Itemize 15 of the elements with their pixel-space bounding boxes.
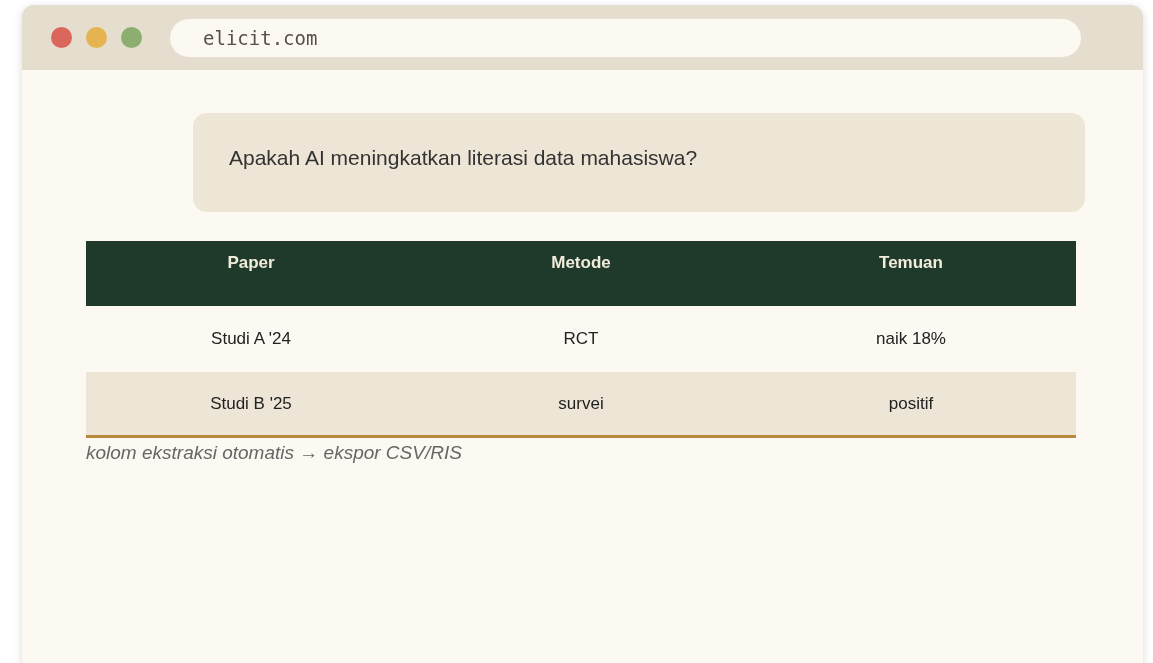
caption: kolom ekstraksi otomatis → ekspor CSV/RIS <box>86 442 463 464</box>
table-cell-text: Studi B '25 <box>209 393 293 414</box>
column-header: Metode <box>550 253 612 273</box>
table-cell-text: survei <box>557 393 605 414</box>
minimize-button[interactable] <box>86 27 107 48</box>
table-cell-text: Studi A '24 <box>210 329 292 349</box>
address-bar[interactable]: elicit.com <box>170 18 1081 57</box>
column-header: Temuan <box>878 253 944 273</box>
column-header: Paper <box>226 253 276 273</box>
close-button[interactable] <box>51 27 72 48</box>
maximize-button[interactable] <box>121 27 142 48</box>
table-cell-text: naik 18% <box>875 329 947 349</box>
query-bubble: Apakah AI meningkatkan literasi data mahasiswa? <box>193 113 1085 212</box>
table-cell-text: positif <box>887 393 935 414</box>
table-cell-text: RCT <box>562 329 600 349</box>
